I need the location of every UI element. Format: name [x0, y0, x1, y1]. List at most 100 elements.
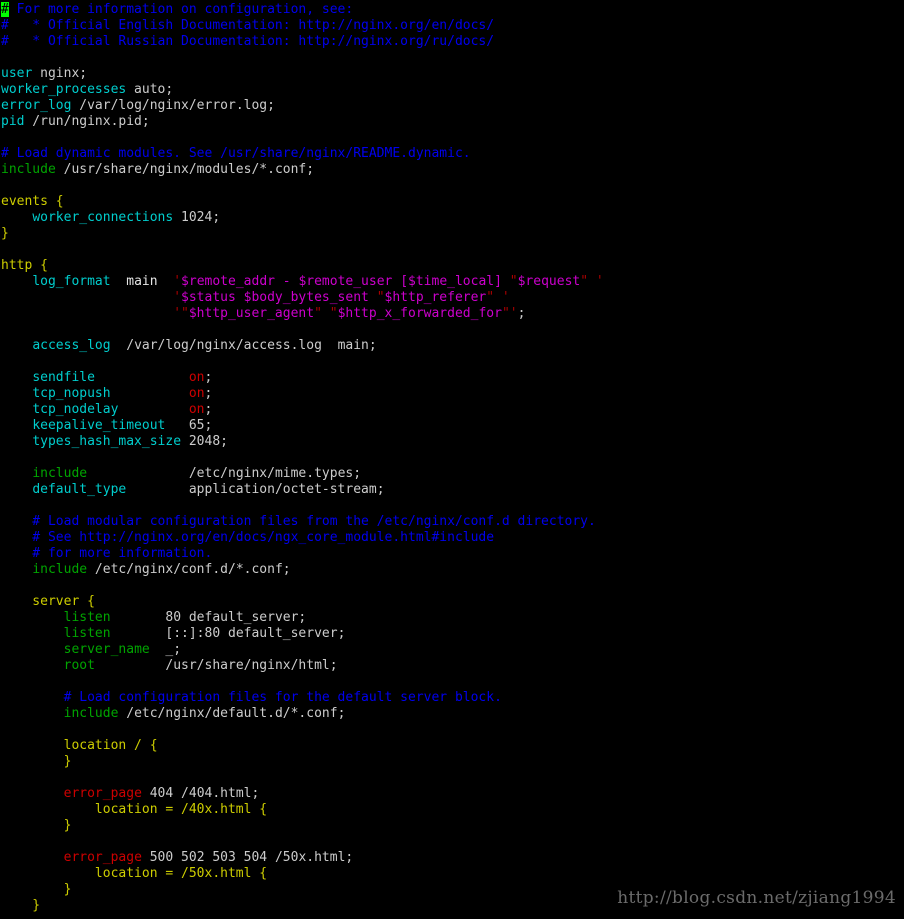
code-line: keepalive_timeout 65;	[0, 418, 904, 434]
code-token: on	[188, 386, 205, 401]
code-token: '	[173, 290, 182, 305]
code-token: ;	[517, 306, 526, 321]
code-line: location = /40x.html {	[0, 802, 904, 818]
code-line: user nginx;	[0, 66, 904, 82]
code-token: error_log	[1, 98, 72, 113]
code-token: }	[1, 226, 9, 241]
code-token: location = /40x.html {	[1, 802, 268, 817]
code-token: listen	[63, 626, 111, 641]
config-file-text[interactable]: # For more information on configuration,…	[0, 0, 904, 914]
code-token: pid	[1, 114, 25, 129]
code-line: }	[0, 754, 904, 770]
code-token: $http_user_agent	[188, 306, 315, 321]
code-line: server_name _;	[0, 642, 904, 658]
code-line: # Load dynamic modules. See /usr/share/n…	[0, 146, 904, 162]
code-token: " "	[314, 306, 338, 321]
code-line: # Load modular configuration files from …	[0, 514, 904, 530]
code-token: $status $body_bytes_sent	[181, 290, 377, 305]
code-token: application/octet-stream;	[126, 482, 385, 497]
code-token: 404 /404.html;	[141, 786, 260, 801]
code-line: default_type application/octet-stream;	[0, 482, 904, 498]
code-token: on	[188, 402, 205, 417]
code-line: log_format main '$remote_addr - $remote_…	[0, 274, 904, 290]
code-line: # For more information on configuration,…	[0, 2, 904, 18]
code-token: }	[1, 898, 41, 913]
code-token: listen	[63, 610, 111, 625]
code-token: " '	[486, 290, 510, 305]
code-token: '"	[173, 306, 189, 321]
code-token: "	[509, 274, 518, 289]
code-token: }	[1, 818, 72, 833]
code-line: }	[0, 226, 904, 242]
code-token: include	[32, 562, 88, 577]
code-token: ;	[204, 370, 213, 385]
code-token: error_page	[63, 786, 142, 801]
code-line: http {	[0, 258, 904, 274]
code-token: # Load modular configuration files from …	[1, 514, 596, 529]
code-token: tcp_nopush	[32, 386, 111, 401]
code-token: /etc/nginx/default.d/*.conf;	[118, 706, 346, 721]
code-line: # See http://nginx.org/en/docs/ngx_core_…	[0, 530, 904, 546]
code-token: "	[376, 290, 385, 305]
code-token: auto;	[126, 82, 174, 97]
code-token: 2048;	[181, 434, 228, 449]
code-token: location = /50x.html {	[1, 866, 268, 881]
code-token: }	[1, 754, 72, 769]
code-token: "'	[501, 306, 518, 321]
code-token: user	[1, 66, 33, 81]
code-token: " '	[580, 274, 604, 289]
code-token: access_log	[32, 338, 111, 353]
code-token: http {	[1, 258, 48, 273]
code-line: error_page 404 /404.html;	[0, 786, 904, 802]
code-token: }	[1, 882, 72, 897]
code-token: '	[173, 274, 182, 289]
code-line: worker_connections 1024;	[0, 210, 904, 226]
code-line: listen 80 default_server;	[0, 610, 904, 626]
code-line: '"$http_user_agent" "$http_x_forwarded_f…	[0, 306, 904, 322]
code-token: on	[188, 370, 205, 385]
code-line: location / {	[0, 738, 904, 754]
code-token: $remote_addr - $remote_user [$time_local…	[181, 274, 510, 289]
terminal-window[interactable]: # For more information on configuration,…	[0, 0, 904, 919]
code-token: For more information on configuration, s…	[8, 2, 354, 17]
code-line: sendfile on;	[0, 370, 904, 386]
code-token: # for more information.	[1, 546, 213, 561]
code-token: ;	[204, 386, 213, 401]
code-token: server_name	[63, 642, 150, 657]
code-line: server {	[0, 594, 904, 610]
code-token: default_type	[32, 482, 127, 497]
code-line: # for more information.	[0, 546, 904, 562]
code-token: error_page	[63, 850, 142, 865]
code-line: listen [::]:80 default_server;	[0, 626, 904, 642]
code-line: error_page 500 502 503 504 /50x.html;	[0, 850, 904, 866]
code-line: events {	[0, 194, 904, 210]
code-token: /etc/nginx/conf.d/*.conf;	[87, 562, 291, 577]
code-token: keepalive_timeout	[32, 418, 166, 433]
code-line: location = /50x.html {	[0, 866, 904, 882]
code-token: [::]:80 default_server;	[110, 626, 346, 641]
